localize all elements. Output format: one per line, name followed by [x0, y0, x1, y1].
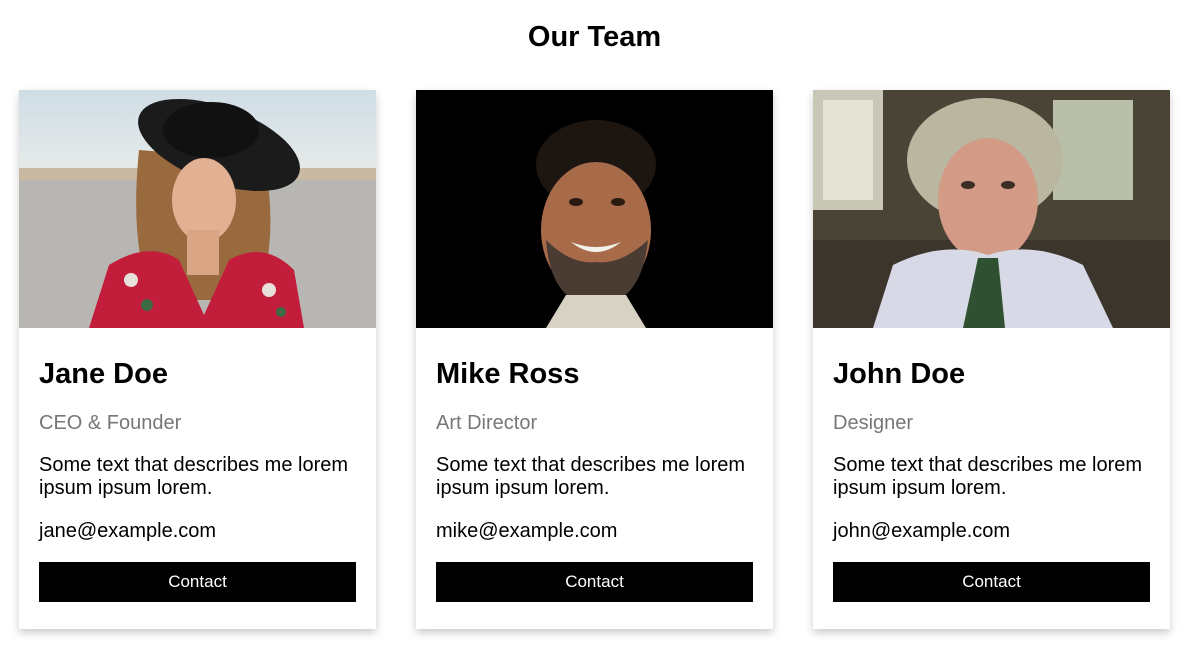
- member-role: Art Director: [436, 412, 538, 434]
- member-email: john@example.com: [833, 520, 1011, 542]
- profile-photo-mike: [416, 90, 773, 328]
- member-name: Mike Ross: [436, 358, 580, 390]
- contact-button[interactable]: Contact: [436, 562, 753, 602]
- member-email: mike@example.com: [436, 520, 618, 542]
- page-title: Our Team: [527, 21, 662, 53]
- member-description: Some text that describes me lorem ipsum …: [436, 454, 746, 499]
- member-name: Jane Doe: [39, 358, 168, 390]
- member-email: jane@example.com: [39, 520, 217, 542]
- member-name: John Doe: [833, 358, 966, 390]
- member-description: Some text that describes me lorem ipsum …: [833, 454, 1143, 499]
- contact-button[interactable]: Contact: [39, 562, 356, 602]
- team-card-jane: Jane Doe CEO & Founder Some text that de…: [19, 90, 376, 629]
- team-card-mike: Mike Ross Art Director Some text that de…: [416, 90, 773, 629]
- profile-photo-john: [813, 90, 1170, 328]
- member-role: CEO & Founder: [39, 412, 182, 434]
- team-card-john: John Doe Designer Some text that describ…: [813, 90, 1170, 629]
- contact-button[interactable]: Contact: [833, 562, 1150, 602]
- member-role: Designer: [833, 412, 914, 434]
- profile-photo-jane: [19, 90, 376, 328]
- member-description: Some text that describes me lorem ipsum …: [39, 454, 349, 499]
